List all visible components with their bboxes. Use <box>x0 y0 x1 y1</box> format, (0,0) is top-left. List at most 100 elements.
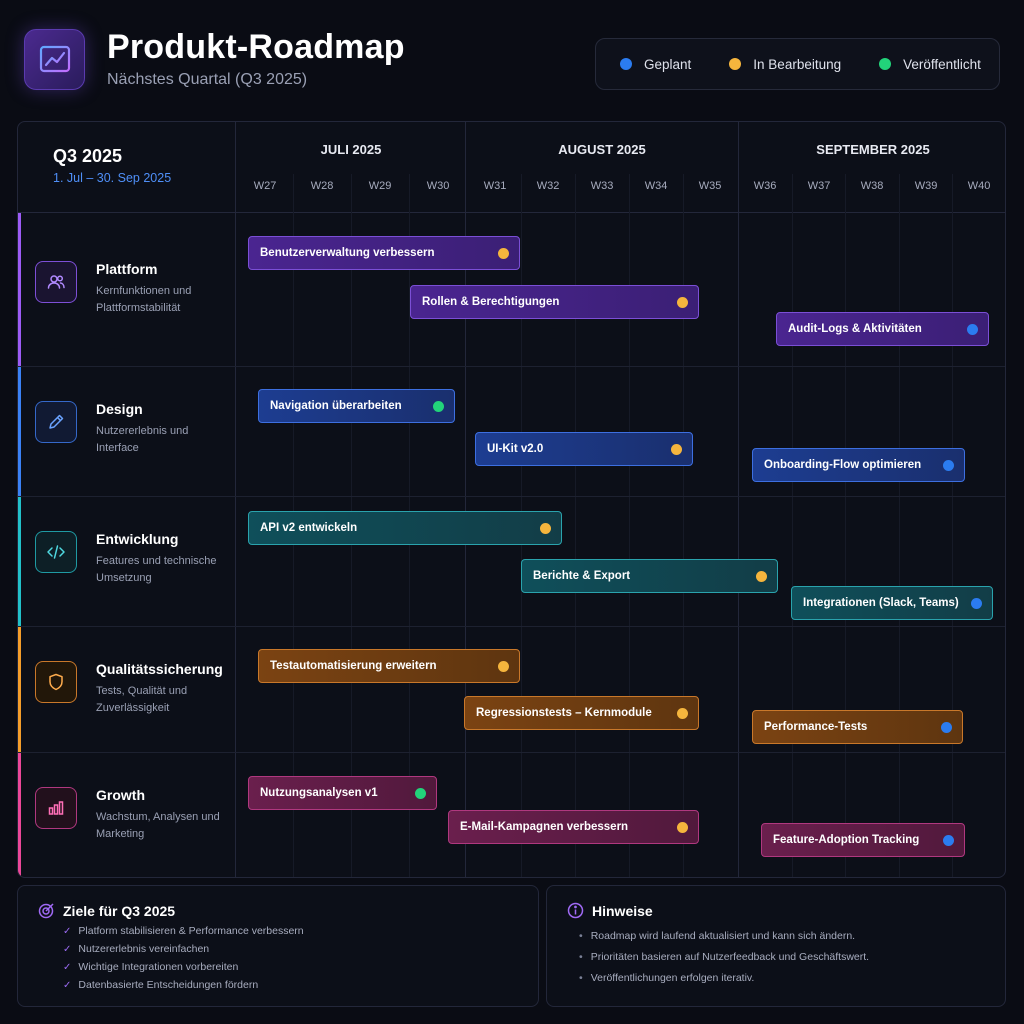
page-title: Produkt-Roadmap <box>107 28 405 66</box>
notes-title: Hinweise <box>592 903 653 919</box>
item-label: Regressionstests – Kernmodule <box>476 707 652 719</box>
item-label: Benutzerverwaltung verbessern <box>260 247 435 259</box>
check-icon: ✓ <box>63 980 72 991</box>
status-legend: Geplant In Bearbeitung Veröffentlicht <box>595 38 1000 90</box>
quarter-range: 1. Jul – 30. Sep 2025 <box>53 171 172 185</box>
roadmap-item[interactable]: Performance-Tests <box>752 710 963 744</box>
month-label: AUGUST 2025 <box>558 142 646 157</box>
goal-item: ✓ Platform stabilisieren & Performance ve… <box>63 925 304 937</box>
note-text: Roadmap wird laufend aktualisiert und ka… <box>590 930 856 942</box>
roadmap-item[interactable]: Benutzerverwaltung verbessern <box>248 236 520 270</box>
lane-icon-box <box>35 531 77 573</box>
roadmap-item[interactable]: E-Mail-Kampagnen verbessern <box>448 810 699 844</box>
roadmap-item[interactable]: UI-Kit v2.0 <box>475 432 693 466</box>
lane-icon-box <box>35 787 77 829</box>
roadmap-item[interactable]: Testautomatisierung erweitern <box>258 649 520 683</box>
item-label: Onboarding-Flow optimieren <box>764 459 922 471</box>
item-label: Integrationen (Slack, Teams) <box>803 597 959 609</box>
status-dot-in-progress <box>756 571 767 582</box>
legend-dot <box>729 58 742 70</box>
shield-icon <box>49 673 63 691</box>
lane-icon-box <box>35 401 77 443</box>
lane-accent <box>18 627 21 752</box>
bullet: • <box>579 951 583 963</box>
lane-accent <box>18 497 21 626</box>
item-label: Nutzungsanalysen v1 <box>260 787 378 799</box>
roadmap-item[interactable]: Berichte & Export <box>521 559 778 593</box>
roadmap-grid: Q3 2025 1. Jul – 30. Sep 2025 JULI 2025 … <box>17 121 1006 878</box>
week-label: W40 <box>967 180 991 192</box>
lane-description: Kernfunktionen und Plattformstabilität <box>96 285 192 314</box>
notes-panel: Hinweise • Roadmap wird laufend aktualisi… <box>546 885 1006 1007</box>
roadmap-item[interactable]: Navigation überarbeiten <box>258 389 455 423</box>
week-label: W30 <box>426 180 450 192</box>
note-text: Veröffentlichungen erfolgen iterativ. <box>590 972 755 984</box>
goal-item: ✓ Nutzererlebnis vereinfachen <box>63 943 209 955</box>
bar-chart-icon <box>48 801 64 815</box>
lane-description: Wachstum, Analysen und Marketing <box>96 811 220 840</box>
roadmap-item[interactable]: Feature-Adoption Tracking <box>761 823 965 857</box>
roadmap-item[interactable]: Audit-Logs & Aktivitäten <box>776 312 989 346</box>
week-label: W27 <box>253 180 277 192</box>
lane-qualitaetssicherung: Qualitätssicherung Tests, Qualität und Z… <box>18 627 1005 753</box>
legend-label: In Bearbeitung <box>753 56 842 72</box>
week-label: W29 <box>368 180 392 192</box>
lane-accent <box>18 213 21 366</box>
check-icon: ✓ <box>63 944 72 955</box>
note-item: • Roadmap wird laufend aktualisiert und k… <box>579 930 855 942</box>
lane-title: Plattform <box>96 261 158 277</box>
status-dot-released <box>415 788 426 799</box>
chart-line-icon <box>39 45 70 74</box>
roadmap-item[interactable]: Integrationen (Slack, Teams) <box>791 586 993 620</box>
roadmap-item[interactable]: Onboarding-Flow optimieren <box>752 448 965 482</box>
status-dot-in-progress <box>498 248 509 259</box>
note-text: Prioritäten basieren auf Nutzerfeedback … <box>590 951 870 963</box>
note-item: • Prioritäten basieren auf Nutzerfeedback… <box>579 951 869 963</box>
status-dot-in-progress <box>498 661 509 672</box>
week-label: W39 <box>914 180 938 192</box>
item-label: Performance-Tests <box>764 721 868 733</box>
status-dot-planned <box>943 460 954 471</box>
goals-panel: Ziele für Q3 2025 ✓ Platform stabilisiere… <box>17 885 539 1007</box>
legend-label: Geplant <box>644 56 692 72</box>
bullet: • <box>579 972 583 984</box>
lane-accent <box>18 753 21 877</box>
status-dot-planned <box>967 324 978 335</box>
item-label: Feature-Adoption Tracking <box>773 834 920 846</box>
lane-plattform: Plattform Kernfunktionen und Plattformst… <box>18 213 1005 367</box>
bullet: • <box>579 930 583 942</box>
timeline-header: Q3 2025 1. Jul – 30. Sep 2025 JULI 2025 … <box>18 122 1005 213</box>
item-label: UI-Kit v2.0 <box>487 443 544 455</box>
code-icon <box>47 545 65 559</box>
item-label: E-Mail-Kampagnen verbessern <box>460 821 629 833</box>
goals-title: Ziele für Q3 2025 <box>63 903 176 919</box>
roadmap-item[interactable]: API v2 entwickeln <box>248 511 562 545</box>
status-dot-planned <box>943 835 954 846</box>
item-label: Audit-Logs & Aktivitäten <box>788 323 922 335</box>
status-dot-in-progress <box>677 708 688 719</box>
status-dot-in-progress <box>671 444 682 455</box>
page-subtitle: Nächstes Quartal (Q3 2025) <box>107 71 308 88</box>
roadmap-item[interactable]: Rollen & Berechtigungen <box>410 285 699 319</box>
goal-item: ✓ Datenbasierte Entscheidungen fördern <box>63 979 258 991</box>
quarter-title: Q3 2025 <box>53 146 123 166</box>
week-label: W35 <box>698 180 722 192</box>
goal-text: Nutzererlebnis vereinfachen <box>78 943 210 955</box>
legend-item-released: Veröffentlicht <box>879 57 981 72</box>
legend-dot <box>879 58 892 70</box>
status-dot-in-progress <box>677 297 688 308</box>
week-label: W34 <box>644 180 668 192</box>
item-label: API v2 entwickeln <box>260 522 358 534</box>
legend-item-in-progress: In Bearbeitung <box>729 57 841 72</box>
item-label: Berichte & Export <box>533 570 631 582</box>
roadmap-item[interactable]: Regressionstests – Kernmodule <box>464 696 699 730</box>
status-dot-in-progress <box>540 523 551 534</box>
item-label: Testautomatisierung erweitern <box>270 660 437 672</box>
lane-title: Design <box>96 401 143 417</box>
roadmap-item[interactable]: Nutzungsanalysen v1 <box>248 776 437 810</box>
status-dot-planned <box>971 598 982 609</box>
lane-description: Tests, Qualität und Zuverlässigkeit <box>96 685 188 714</box>
users-icon <box>47 275 65 289</box>
pencil-icon <box>49 414 64 429</box>
week-label: W28 <box>310 180 334 192</box>
